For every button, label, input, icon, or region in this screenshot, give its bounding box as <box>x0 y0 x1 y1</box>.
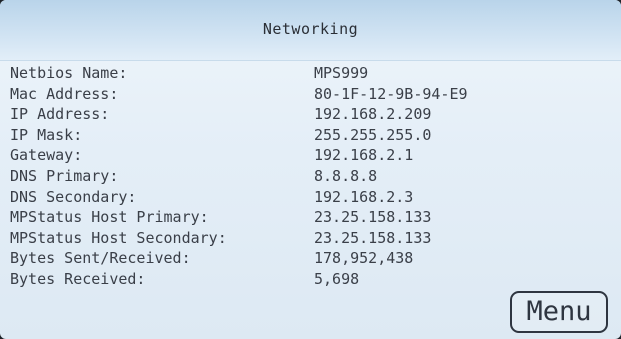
bytes-received-value: 5,698 <box>314 269 360 288</box>
dns-primary-value: 8.8.8.8 <box>314 166 378 185</box>
netbios-name-value: MPS999 <box>314 64 369 82</box>
menu-button[interactable]: Menu <box>510 291 608 333</box>
dns-secondary-value: 192.168.2.3 <box>314 187 414 206</box>
mac-address-value: 80-1F-12-9B-94-E9 <box>314 84 468 103</box>
dns-primary-label: DNS Primary: <box>10 166 119 185</box>
ip-address-row: IP Address: 192.168.2.209 <box>10 104 610 125</box>
dns-secondary-row: DNS Secondary: 192.168.2.3 <box>10 187 610 208</box>
title-bar: Networking <box>0 0 621 61</box>
ip-address-value: 192.168.2.209 <box>314 105 432 124</box>
device-screen: Networking Netbios Name: MPS999 Mac Addr… <box>0 0 621 339</box>
page-title: Networking <box>262 20 359 38</box>
bytes-received-row: Bytes Received: 5,698 <box>10 269 610 290</box>
gateway-label: Gateway: <box>10 146 83 165</box>
mpstatus-host-primary-row: MPStatus Host Primary: 23.25.158.133 <box>10 207 610 228</box>
ip-address-label: IP Address: <box>10 105 110 124</box>
bytes-sent-received-row: Bytes Sent/Received: 178,952,438 <box>10 248 610 269</box>
bytes-received-label: Bytes Received: <box>10 269 146 288</box>
gateway-value: 192.168.2.1 <box>314 146 414 165</box>
dns-primary-row: DNS Primary: 8.8.8.8 <box>10 166 610 187</box>
mpstatus-host-secondary-value: 23.25.158.133 <box>314 228 432 247</box>
bytes-sent-received-label: Bytes Sent/Received: <box>10 249 191 268</box>
mac-address-row: Mac Address: 80-1F-12-9B-94-E9 <box>10 84 610 105</box>
dns-secondary-label: DNS Secondary: <box>10 187 137 206</box>
mac-address-label: Mac Address: <box>10 84 119 103</box>
gateway-row: Gateway: 192.168.2.1 <box>10 145 610 166</box>
mpstatus-host-primary-label: MPStatus Host Primary: <box>10 208 209 227</box>
netbios-name-label: Netbios Name: <box>10 64 128 82</box>
netbios-name-row: Netbios Name: MPS999 <box>10 63 610 84</box>
mpstatus-host-primary-value: 23.25.158.133 <box>314 208 432 227</box>
network-info-list: Netbios Name: MPS999 Mac Address: 80-1F-… <box>10 63 610 290</box>
ip-mask-label: IP Mask: <box>10 125 83 144</box>
mpstatus-host-secondary-label: MPStatus Host Secondary: <box>10 228 227 247</box>
ip-mask-value: 255.255.255.0 <box>314 125 432 144</box>
mpstatus-host-secondary-row: MPStatus Host Secondary: 23.25.158.133 <box>10 228 610 249</box>
ip-mask-row: IP Mask: 255.255.255.0 <box>10 125 610 146</box>
bytes-sent-received-value: 178,952,438 <box>314 249 414 268</box>
